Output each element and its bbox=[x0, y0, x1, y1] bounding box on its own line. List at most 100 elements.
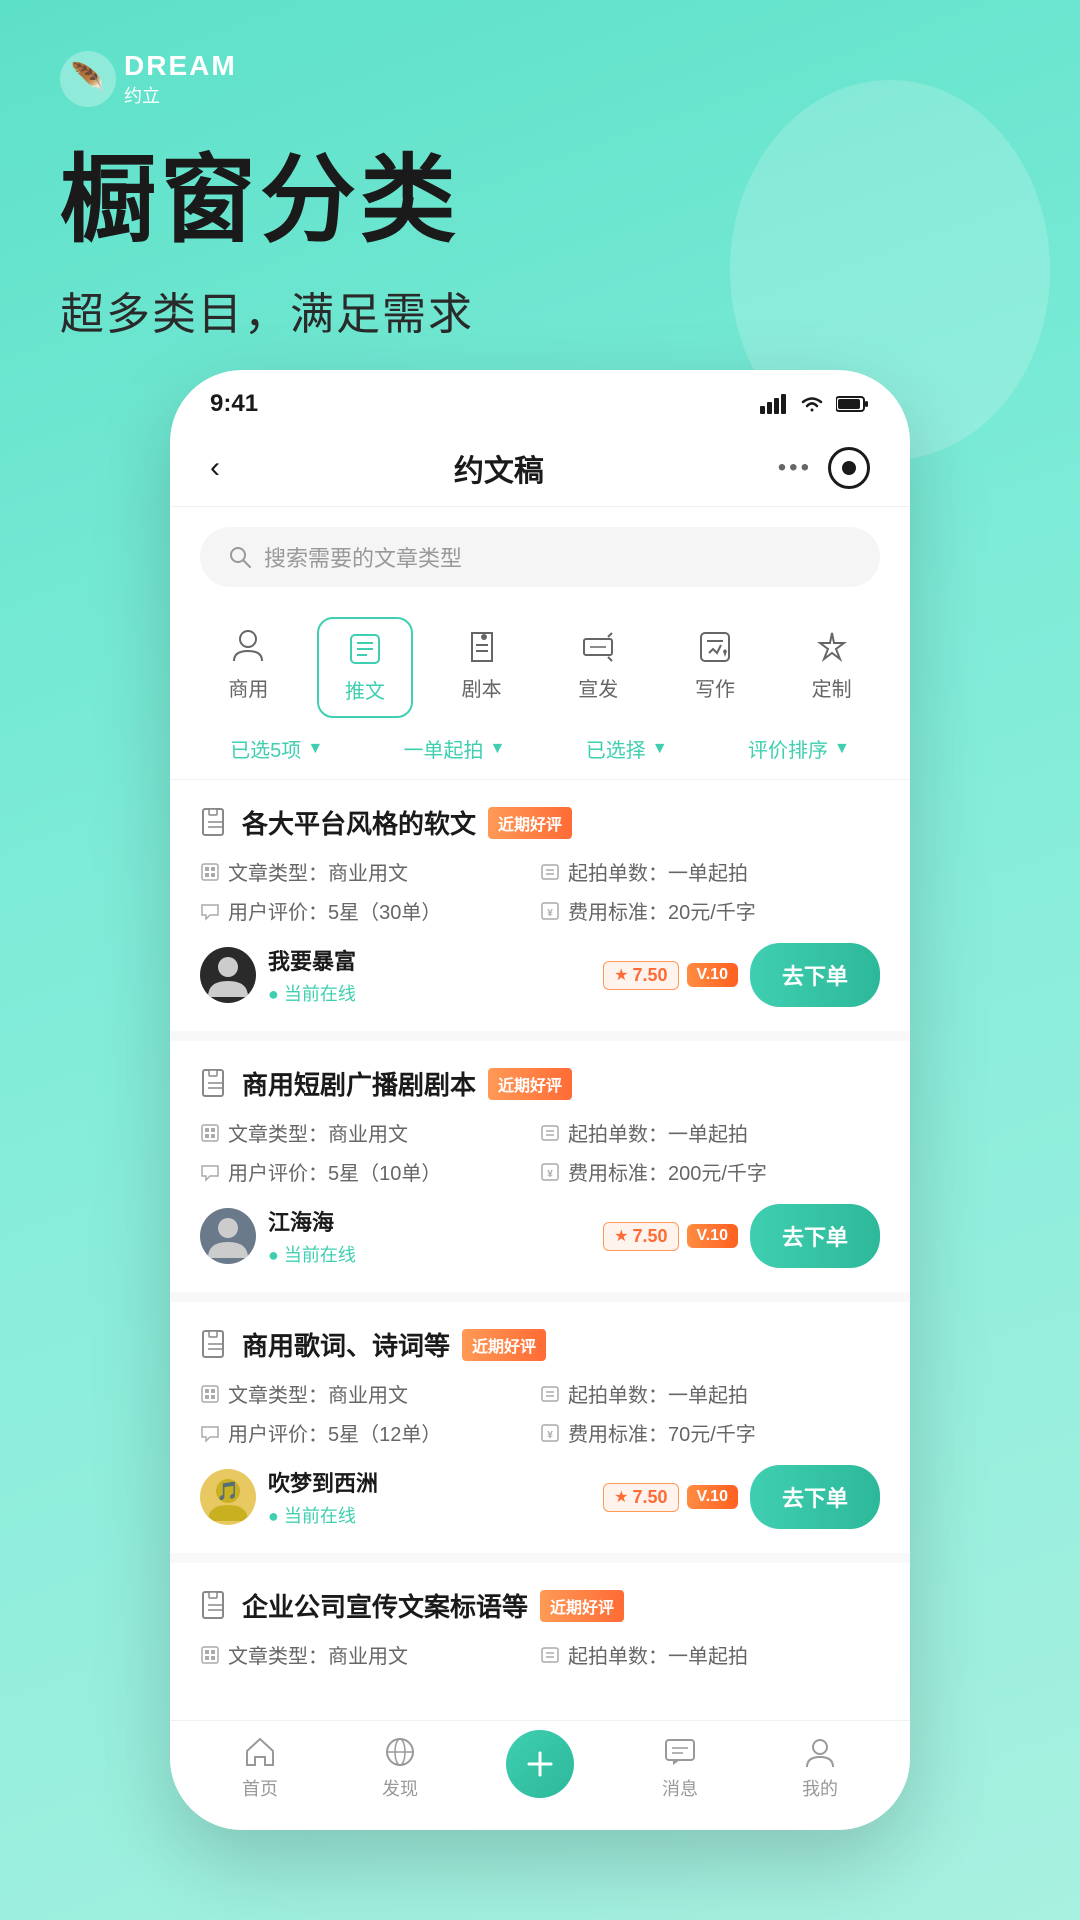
score-badge-2: ★ 7.50 bbox=[603, 1222, 678, 1251]
tab-promo[interactable]: 宣发 bbox=[550, 617, 646, 718]
seller-badges-2: ★ 7.50 V.10 bbox=[603, 1222, 738, 1251]
tab-custom[interactable]: 定制 bbox=[784, 617, 880, 718]
filter-sort-label: 评价排序 bbox=[748, 734, 828, 763]
content-area: 各大平台风格的软文 近期好评 文章类型：商业用文 bbox=[170, 780, 910, 1830]
order-button-3[interactable]: 去下单 bbox=[750, 1465, 880, 1529]
card-2-title: 商用短剧广播剧剧本 bbox=[242, 1065, 476, 1102]
card-2-seller-row: 江海海 当前在线 ★ 7.50 V.10 去下单 bbox=[200, 1204, 880, 1268]
logo-sub-text: 约立 bbox=[124, 82, 237, 108]
wifi-icon bbox=[798, 394, 826, 414]
meta-2-price: ¥ 费用标准：200元/千字 bbox=[540, 1157, 880, 1186]
more-options-button[interactable]: ••• bbox=[778, 454, 812, 482]
tab-commercial[interactable]: 商用 bbox=[200, 617, 296, 718]
svg-text:¥: ¥ bbox=[547, 1169, 553, 1180]
status-time: 9:41 bbox=[210, 390, 258, 418]
search-bar[interactable]: 搜索需要的文章类型 bbox=[200, 527, 880, 587]
price-icon-2: ¥ bbox=[540, 1162, 560, 1182]
card-3-title: 商用歌词、诗词等 bbox=[242, 1326, 450, 1363]
message-icon bbox=[663, 1735, 697, 1769]
filter-selected-arrow: ▼ bbox=[307, 740, 323, 758]
seller-info-1: 我要暴富 当前在线 bbox=[268, 944, 591, 1006]
add-button[interactable] bbox=[506, 1730, 574, 1798]
bottom-nav-discover-label: 发现 bbox=[382, 1775, 418, 1801]
type-icon-3 bbox=[200, 1384, 220, 1404]
card-4-title: 企业公司宣传文案标语等 bbox=[242, 1587, 528, 1624]
signal-icon bbox=[760, 394, 788, 414]
meta-1-type: 文章类型：商业用文 bbox=[200, 857, 540, 886]
tab-promo-label: 宣发 bbox=[578, 673, 618, 702]
meta-1-price: ¥ 费用标准：20元/千字 bbox=[540, 896, 880, 925]
tab-writing[interactable]: 写作 bbox=[667, 617, 763, 718]
bottom-nav-home[interactable]: 首页 bbox=[210, 1735, 310, 1801]
svg-text:🎵: 🎵 bbox=[217, 1481, 239, 1501]
vip-badge-3: V.10 bbox=[687, 1485, 738, 1509]
product-card-1: 各大平台风格的软文 近期好评 文章类型：商业用文 bbox=[170, 780, 910, 1041]
nav-actions: ••• bbox=[778, 447, 870, 489]
doc-icon-1 bbox=[200, 808, 230, 838]
meta-3-order: 起拍单数：一单起拍 bbox=[540, 1379, 880, 1408]
meta-1-order: 起拍单数：一单起拍 bbox=[540, 857, 880, 886]
card-1-title-row: 各大平台风格的软文 近期好评 bbox=[200, 804, 880, 841]
bottom-nav-messages[interactable]: 消息 bbox=[630, 1735, 730, 1801]
svg-text:¥: ¥ bbox=[547, 908, 553, 919]
score-badge-1: ★ 7.50 bbox=[603, 961, 678, 990]
bottom-nav-profile[interactable]: 我的 bbox=[770, 1735, 870, 1801]
filter-selected-count[interactable]: 已选5项 ▼ bbox=[230, 734, 323, 763]
star-icon-2: ★ bbox=[614, 1226, 628, 1246]
seller-badges-1: ★ 7.50 V.10 bbox=[603, 961, 738, 990]
tab-post[interactable]: 推文 bbox=[317, 617, 413, 718]
bottom-nav-profile-label: 我的 bbox=[802, 1775, 838, 1801]
card-1-seller-row: 我要暴富 当前在线 ★ 7.50 V.10 去下单 bbox=[200, 943, 880, 1007]
meta-3-review: 用户评价：5星（12单） bbox=[200, 1418, 540, 1447]
seller-name-1: 我要暴富 bbox=[268, 944, 591, 976]
card-1-meta: 文章类型：商业用文 起拍单数：一单起拍 用户评价：5星（30单） bbox=[200, 857, 880, 925]
filter-sort[interactable]: 评价排序 ▼ bbox=[748, 734, 850, 763]
doc-icon-4 bbox=[200, 1591, 230, 1621]
record-button[interactable] bbox=[828, 447, 870, 489]
order-icon-3 bbox=[540, 1384, 560, 1404]
category-tabs: 商用 推文 剧本 宣发 bbox=[170, 607, 910, 718]
tab-commercial-label: 商用 bbox=[228, 673, 268, 702]
writing-icon bbox=[697, 629, 733, 665]
order-button-2[interactable]: 去下单 bbox=[750, 1204, 880, 1268]
discover-icon bbox=[383, 1735, 417, 1769]
seller-avatar-1 bbox=[200, 947, 256, 1003]
tab-custom-label: 定制 bbox=[812, 673, 852, 702]
home-icon bbox=[243, 1735, 277, 1769]
seller-status-2: 当前在线 bbox=[268, 1241, 591, 1267]
filter-selected-label: 已选5项 bbox=[230, 734, 301, 763]
filter-selected[interactable]: 已选择 ▼ bbox=[586, 734, 668, 763]
bottom-nav-add[interactable] bbox=[490, 1730, 590, 1806]
bottom-nav-discover[interactable]: 发现 bbox=[350, 1735, 450, 1801]
logo-dream-text: DREAM bbox=[124, 50, 237, 82]
order-button-1[interactable]: 去下单 bbox=[750, 943, 880, 1007]
filter-min-order-arrow: ▼ bbox=[490, 740, 506, 758]
filter-selected-text-arrow: ▼ bbox=[652, 740, 668, 758]
seller-status-3: 当前在线 bbox=[268, 1502, 591, 1528]
star-icon-3: ★ bbox=[614, 1487, 628, 1507]
card-4-title-row: 企业公司宣传文案标语等 近期好评 bbox=[200, 1587, 880, 1624]
type-icon-2 bbox=[200, 1123, 220, 1143]
meta-2-review: 用户评价：5星（10单） bbox=[200, 1157, 540, 1186]
meta-3-type: 文章类型：商业用文 bbox=[200, 1379, 540, 1408]
svg-text:¥: ¥ bbox=[547, 1430, 553, 1441]
filter-min-order-label: 一单起拍 bbox=[404, 734, 484, 763]
profile-icon bbox=[803, 1735, 837, 1769]
phone-mockup: 9:41 ‹ 约文稿 ••• bbox=[170, 370, 910, 1830]
filter-min-order[interactable]: 一单起拍 ▼ bbox=[404, 734, 506, 763]
post-icon bbox=[347, 631, 383, 667]
tab-script[interactable]: 剧本 bbox=[434, 617, 530, 718]
meta-3-price: ¥ 费用标准：70元/千字 bbox=[540, 1418, 880, 1447]
doc-icon-3 bbox=[200, 1330, 230, 1360]
back-button[interactable]: ‹ bbox=[210, 451, 220, 485]
seller-info-2: 江海海 当前在线 bbox=[268, 1205, 591, 1267]
product-card-2: 商用短剧广播剧剧本 近期好评 文章类型：商业用文 bbox=[170, 1041, 910, 1302]
card-3-title-row: 商用歌词、诗词等 近期好评 bbox=[200, 1326, 880, 1363]
bottom-nav-home-label: 首页 bbox=[242, 1775, 278, 1801]
meta-4-type: 文章类型：商业用文 bbox=[200, 1640, 540, 1669]
tab-script-label: 剧本 bbox=[462, 673, 502, 702]
bottom-nav-messages-label: 消息 bbox=[662, 1775, 698, 1801]
seller-avatar-2 bbox=[200, 1208, 256, 1264]
seller-name-3: 吹梦到西洲 bbox=[268, 1466, 591, 1498]
price-icon-1: ¥ bbox=[540, 901, 560, 921]
